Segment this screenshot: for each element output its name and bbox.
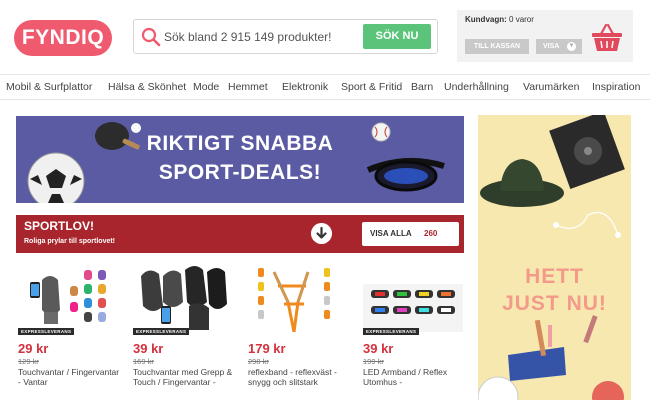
hot-now-promo[interactable]: HETT JUST NU! <box>478 115 631 400</box>
product-name[interactable]: LED Armband / Reflex Utomhus - <box>363 367 465 387</box>
show-cart-label: VISA <box>543 43 560 50</box>
product-name[interactable]: reflexband - reflexväst - snygg och slit… <box>248 367 350 387</box>
section-title: SPORTLOV! <box>24 219 95 233</box>
checkout-button[interactable]: TILL KASSAN <box>465 39 529 54</box>
cart-label: Kundvagn: 0 varor <box>465 15 534 24</box>
product-price: 39 kr <box>363 341 394 356</box>
promo-illustration <box>478 115 625 400</box>
product-image <box>363 284 463 332</box>
express-badge: EXPRESSLEVERANS <box>363 328 420 335</box>
product-card[interactable]: EXPRESSLEVERANS 29 kr 129 kr Touchvantar… <box>18 262 120 392</box>
banner-title-line2: SPORT-DEALS! <box>158 161 322 184</box>
nav-item-mobil[interactable]: Mobil & Surfplattor <box>6 81 92 93</box>
nav-item-elektronik[interactable]: Elektronik <box>282 81 328 93</box>
sportlov-section-header: SPORTLOV! Roliga prylar till sportlovet!… <box>16 215 464 253</box>
sport-deals-banner[interactable]: RIKTIGT SNABBA SPORT-DEALS! <box>16 116 464 203</box>
product-image <box>141 266 227 330</box>
promo-title-line2: JUST NU! <box>502 292 607 315</box>
promo-title-line1: HETT <box>525 265 584 288</box>
product-old-price: 129 kr <box>18 357 39 366</box>
cart-count: 0 varor <box>509 15 534 24</box>
show-cart-button[interactable]: VISA ▼ <box>536 39 582 54</box>
site-header: FYNDIQ SÖK NU Kundvagn: 0 varor TILL KAS… <box>0 0 650 72</box>
nav-item-mode[interactable]: Mode <box>193 81 219 93</box>
product-price: 29 kr <box>18 341 49 356</box>
product-name[interactable]: Touchvantar med Grepp & Touch / Fingerva… <box>133 367 235 387</box>
category-nav: Mobil & Surfplattor Hälsa & Skönhet Mode… <box>0 74 650 100</box>
search-bar: SÖK NU <box>133 19 438 54</box>
product-old-price: 298 kr <box>248 357 269 366</box>
cart-label-title: Kundvagn: <box>465 15 507 24</box>
fyndiq-logo[interactable]: FYNDIQ <box>14 20 112 56</box>
nav-item-sport[interactable]: Sport & Fritid <box>341 81 402 93</box>
express-badge: EXPRESSLEVERANS <box>18 328 75 335</box>
arrow-down-icon[interactable] <box>311 223 332 244</box>
section-subtitle: Roliga prylar till sportlovet! <box>24 238 116 245</box>
product-image <box>30 270 106 324</box>
product-card[interactable]: EXPRESSLEVERANS 39 kr 169 kr Touchvantar… <box>133 262 233 392</box>
nav-item-hemmet[interactable]: Hemmet <box>228 81 268 93</box>
cart-summary: Kundvagn: 0 varor TILL KASSAN VISA ▼ <box>457 10 633 62</box>
search-icon <box>141 27 161 47</box>
chevron-down-icon: ▼ <box>567 42 576 51</box>
banner-title-line1: RIKTIGT SNABBA <box>146 132 334 155</box>
product-image <box>258 268 330 332</box>
search-button[interactable]: SÖK NU <box>363 24 431 49</box>
nav-item-inspiration[interactable]: Inspiration <box>592 81 640 93</box>
product-card[interactable]: EXPRESSLEVERANS 39 kr 199 kr LED Armband… <box>363 262 463 392</box>
nav-item-barn[interactable]: Barn <box>411 81 433 93</box>
product-card[interactable]: 179 kr 298 kr reflexband - reflexväst - … <box>248 262 348 392</box>
express-badge: EXPRESSLEVERANS <box>133 328 190 335</box>
product-name[interactable]: Touchvantar / Fingervantar - Vantar <box>18 367 120 387</box>
nav-item-halsa[interactable]: Hälsa & Skönhet <box>108 81 186 93</box>
product-price: 39 kr <box>133 341 164 356</box>
view-all-button[interactable]: VISA ALLA 260 <box>362 222 459 246</box>
nav-item-varumarken[interactable]: Varumärken <box>523 81 579 93</box>
shopping-basket-icon[interactable] <box>590 20 624 54</box>
nav-item-underhallning[interactable]: Underhållning <box>444 81 509 93</box>
search-input[interactable] <box>164 20 364 53</box>
product-price: 179 kr <box>248 341 286 356</box>
view-all-label: VISA ALLA <box>370 229 412 238</box>
view-all-count: 260 <box>424 229 438 238</box>
product-old-price: 169 kr <box>133 357 154 366</box>
product-old-price: 199 kr <box>363 357 384 366</box>
